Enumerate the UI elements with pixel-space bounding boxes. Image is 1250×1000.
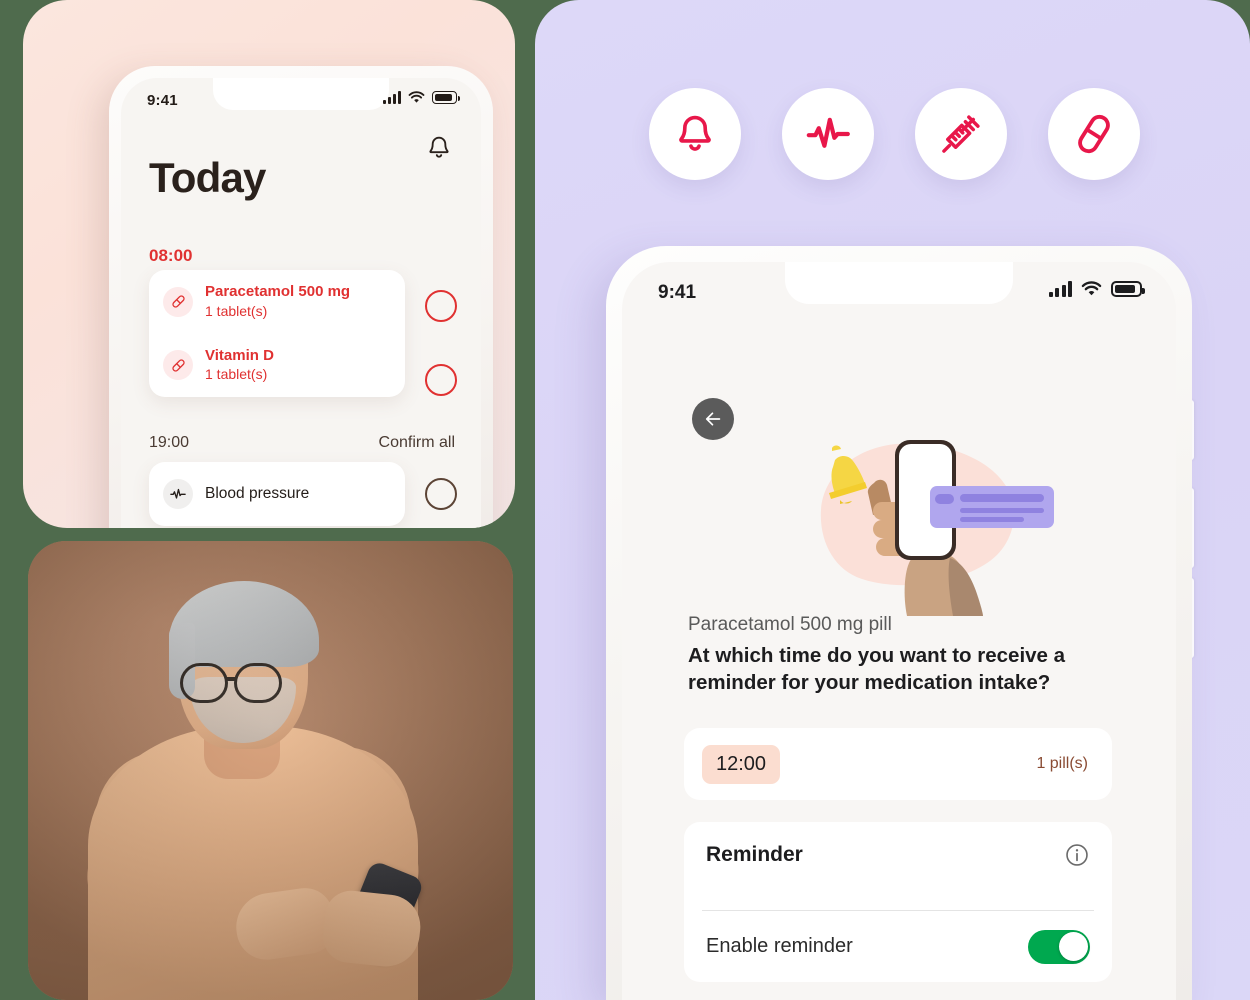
pill-icon xyxy=(171,359,185,372)
time-chip[interactable]: 12:00 xyxy=(702,744,781,784)
hand-holding-phone-with-bell-illustration xyxy=(820,440,1054,616)
wifi-icon xyxy=(1081,281,1102,296)
wifi-icon xyxy=(408,91,425,103)
page-title: Today xyxy=(149,154,266,201)
pill-icon xyxy=(1078,114,1110,154)
medication-info: Paracetamol 500 mg 1 tablet(s) xyxy=(205,283,350,321)
medication-subtitle: Paracetamol 500 mg pill xyxy=(688,614,892,635)
syringe-icon xyxy=(942,115,980,153)
schedule-time-card[interactable]: 12:00 1 pill(s) xyxy=(684,728,1112,800)
reminder-card-header: Reminder xyxy=(684,822,1112,910)
medication-card-0800: Paracetamol 500 mg 1 tablet(s) Vitamin D… xyxy=(149,270,405,398)
slot-time-1900: 19:00 xyxy=(149,434,190,451)
medication-dose: 1 tablet(s) xyxy=(205,302,268,319)
photo-vignette xyxy=(28,541,513,1000)
phone-notch xyxy=(785,262,1013,304)
confirm-checkbox-blood-pressure[interactable] xyxy=(425,478,457,510)
left-pink-panel: 9:41 Today 08:00 Paracetamol 500 mg 1 ta… xyxy=(23,0,515,528)
medication-name: Vitamin D xyxy=(205,346,274,364)
reminder-question: At which time do you want to receive a r… xyxy=(688,644,1066,695)
status-bar-icons xyxy=(1049,281,1145,297)
enable-reminder-label: Enable reminder xyxy=(706,935,853,957)
status-bar-icons xyxy=(383,91,460,104)
slot-time-0800: 08:00 xyxy=(149,246,193,265)
notifications-bell-button[interactable] xyxy=(425,134,453,162)
heartbeat-icon xyxy=(806,117,850,148)
status-bar-time: 9:41 xyxy=(147,92,178,109)
left-status-bar: 9:41 xyxy=(121,78,481,124)
enable-reminder-row[interactable]: Enable reminder xyxy=(684,911,1112,982)
phone-notch xyxy=(213,78,389,110)
bell-icon xyxy=(429,136,449,158)
medication-name: Paracetamol 500 mg xyxy=(205,283,351,300)
reminder-illustration xyxy=(774,418,1074,618)
enable-reminder-toggle[interactable] xyxy=(1028,929,1090,964)
pill-icon-bubble xyxy=(163,350,193,381)
confirm-checkbox-paracetamol[interactable] xyxy=(425,290,457,322)
measurement-row[interactable]: Blood pressure xyxy=(149,462,405,526)
heartbeat-icon-bubble xyxy=(163,479,193,509)
medication-dose: 1 tablet(s) xyxy=(205,366,268,383)
bell-icon xyxy=(679,115,711,151)
feature-icon-pill[interactable] xyxy=(1048,88,1140,180)
confirm-checkbox-vitamin-d[interactable] xyxy=(425,364,457,396)
cellular-bars-icon xyxy=(1049,281,1072,297)
pill-icon xyxy=(171,295,185,308)
medication-row[interactable]: Vitamin D 1 tablet(s) xyxy=(149,334,405,398)
cellular-bars-icon xyxy=(383,91,401,104)
confirm-all-button[interactable]: Confirm all xyxy=(379,434,455,452)
battery-icon xyxy=(1111,281,1145,297)
right-phone-device: 9:41 Paracetamol 500 mg pill At which ti… xyxy=(606,246,1192,1000)
pill-amount-label: 1 pill(s) xyxy=(1036,755,1088,772)
heartbeat-icon xyxy=(170,488,186,499)
reminder-section-title: Reminder xyxy=(706,843,803,866)
medication-info: Vitamin D 1 tablet(s) xyxy=(205,347,274,385)
left-phone-device: 9:41 Today 08:00 Paracetamol 500 mg 1 ta… xyxy=(109,66,493,528)
measurement-card-1900: Blood pressure xyxy=(149,462,405,526)
measurement-name: Blood pressure xyxy=(205,485,310,503)
pill-icon-bubble xyxy=(163,286,193,317)
status-bar-time: 9:41 xyxy=(658,282,697,303)
arrow-left-icon xyxy=(705,412,721,426)
feature-icon-bell[interactable] xyxy=(649,88,741,180)
battery-icon xyxy=(432,91,460,104)
back-button[interactable] xyxy=(692,398,734,440)
feature-icon-heartbeat[interactable] xyxy=(782,88,874,180)
reminder-settings-card: Reminder Enable reminder xyxy=(684,822,1112,982)
right-phone-screen: 9:41 Paracetamol 500 mg pill At which ti… xyxy=(622,262,1176,1000)
illustration-notification-card xyxy=(930,486,1054,528)
info-icon[interactable] xyxy=(1064,842,1090,868)
right-status-bar: 9:41 xyxy=(622,262,1176,324)
screenshot-stage: 9:41 Today 08:00 Paracetamol 500 mg 1 ta… xyxy=(0,0,1250,1000)
lifestyle-photo xyxy=(28,541,513,1000)
left-phone-screen: 9:41 Today 08:00 Paracetamol 500 mg 1 ta… xyxy=(121,78,481,528)
feature-icon-syringe[interactable] xyxy=(915,88,1007,180)
medication-row[interactable]: Paracetamol 500 mg 1 tablet(s) xyxy=(149,270,405,334)
toggle-knob xyxy=(1058,932,1088,961)
